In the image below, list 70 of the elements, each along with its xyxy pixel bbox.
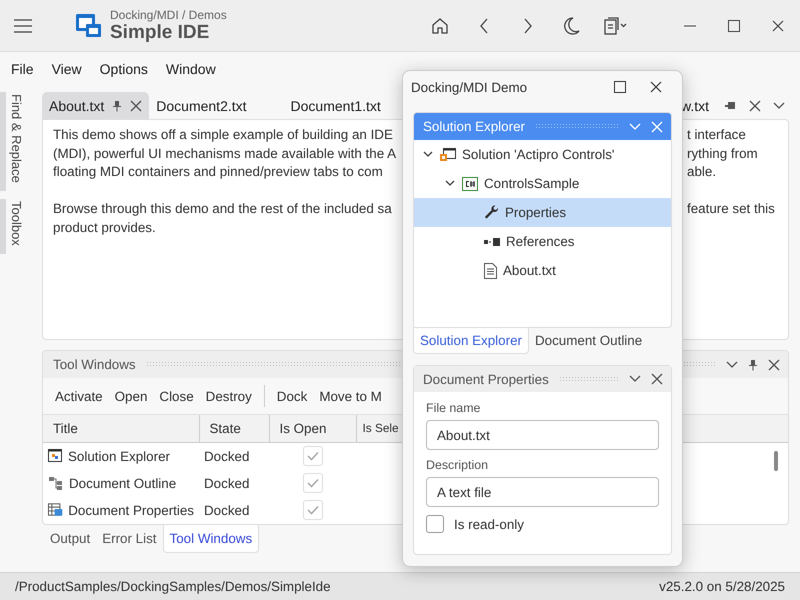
side-tab[interactable]: Toolbox xyxy=(0,198,26,254)
bottom-tab[interactable]: Output xyxy=(44,525,96,552)
outline-icon xyxy=(48,475,64,491)
tree-item[interactable]: ControlsSample xyxy=(414,169,671,198)
menu-item[interactable]: Window xyxy=(158,57,224,81)
solution-icon xyxy=(440,148,456,162)
toolbar-button[interactable]: Destroy xyxy=(200,386,258,406)
menu-item[interactable]: Options xyxy=(92,57,156,81)
chevron-down-icon[interactable] xyxy=(445,180,455,187)
toolbar-button[interactable]: Close xyxy=(153,386,200,406)
document-tab[interactable]: Document2.txt xyxy=(149,92,254,119)
chevron-down-icon[interactable] xyxy=(773,102,785,110)
references-icon xyxy=(484,236,500,246)
close-icon[interactable] xyxy=(749,100,761,112)
table-cell: Docked xyxy=(204,502,250,518)
close-icon[interactable] xyxy=(768,358,780,370)
table-cell: Document Outline xyxy=(69,476,176,490)
solution-explorer-icon xyxy=(48,449,63,463)
tree-item[interactable]: Properties xyxy=(414,198,671,227)
chevron-down-icon[interactable] xyxy=(726,360,738,368)
column-header[interactable]: State xyxy=(199,415,269,442)
field-label: File name xyxy=(426,401,482,415)
table-cell: Document Properties xyxy=(68,502,194,518)
window-title: Docking/MDI Demo xyxy=(411,80,528,94)
table-cell: Docked xyxy=(204,476,250,490)
chevron-down-icon[interactable] xyxy=(629,375,641,383)
document-tab[interactable]: Document1.txt xyxy=(284,92,388,119)
tree-item[interactable]: About.txt xyxy=(414,256,671,285)
table-cell: Solution Explorer xyxy=(68,448,170,464)
table-cell: Docked xyxy=(204,448,250,464)
column-header[interactable]: Title xyxy=(43,415,199,442)
panel-tab[interactable]: Solution Explorer xyxy=(413,328,529,354)
checkmark-icon xyxy=(306,451,318,461)
checkbox[interactable] xyxy=(426,515,444,533)
wrench-icon xyxy=(484,205,499,220)
bottom-tab[interactable]: Tool Windows xyxy=(162,525,260,554)
toolbar-button[interactable]: Dock xyxy=(270,386,314,406)
status-path: /ProductSamples/DockingSamples/Demos/SimpleIde xyxy=(15,579,331,594)
properties-window-icon xyxy=(48,503,64,517)
menu-icon[interactable] xyxy=(14,18,32,32)
document-icon xyxy=(484,262,497,278)
column-header[interactable]: Is Open xyxy=(269,415,356,442)
document-tab[interactable]: About.txt xyxy=(42,92,150,119)
version-text: v25.2.0 on 5/28/2025 xyxy=(659,579,785,594)
input-field[interactable]: A text file xyxy=(426,477,659,507)
checkmark-icon xyxy=(306,478,318,488)
menu-item[interactable]: View xyxy=(44,57,90,81)
windows-logo-icon xyxy=(76,14,102,38)
close-icon[interactable] xyxy=(651,373,663,385)
panel-title: Document Properties xyxy=(423,372,549,386)
tree-item[interactable]: References xyxy=(414,227,671,256)
checkbox-label: Is read-only xyxy=(454,516,524,532)
panel-title: Tool Windows xyxy=(53,357,136,372)
toolbar-button[interactable]: Open xyxy=(108,386,154,406)
csharp-project-icon xyxy=(462,176,478,190)
scrollbar[interactable] xyxy=(774,451,778,471)
tree-item[interactable]: Solution 'Actipro Controls' xyxy=(414,140,671,169)
bottom-tab[interactable]: Error List xyxy=(96,525,163,552)
menu-item[interactable]: File xyxy=(3,57,42,81)
panel-title: Solution Explorer xyxy=(423,119,525,134)
checkmark-icon xyxy=(306,505,318,515)
chevron-down-icon[interactable] xyxy=(423,151,433,158)
input-field[interactable]: About.txt xyxy=(426,420,659,450)
close-icon[interactable] xyxy=(130,100,142,112)
toolbar-button[interactable]: Activate xyxy=(49,386,109,406)
side-tab[interactable]: Find & Replace xyxy=(0,92,26,191)
app-title: Simple IDE xyxy=(110,22,210,44)
toolbar-button[interactable]: Move to M xyxy=(313,386,388,406)
field-label: Description xyxy=(426,458,489,472)
breadcrumb: Docking/MDI / Demos xyxy=(110,8,227,22)
